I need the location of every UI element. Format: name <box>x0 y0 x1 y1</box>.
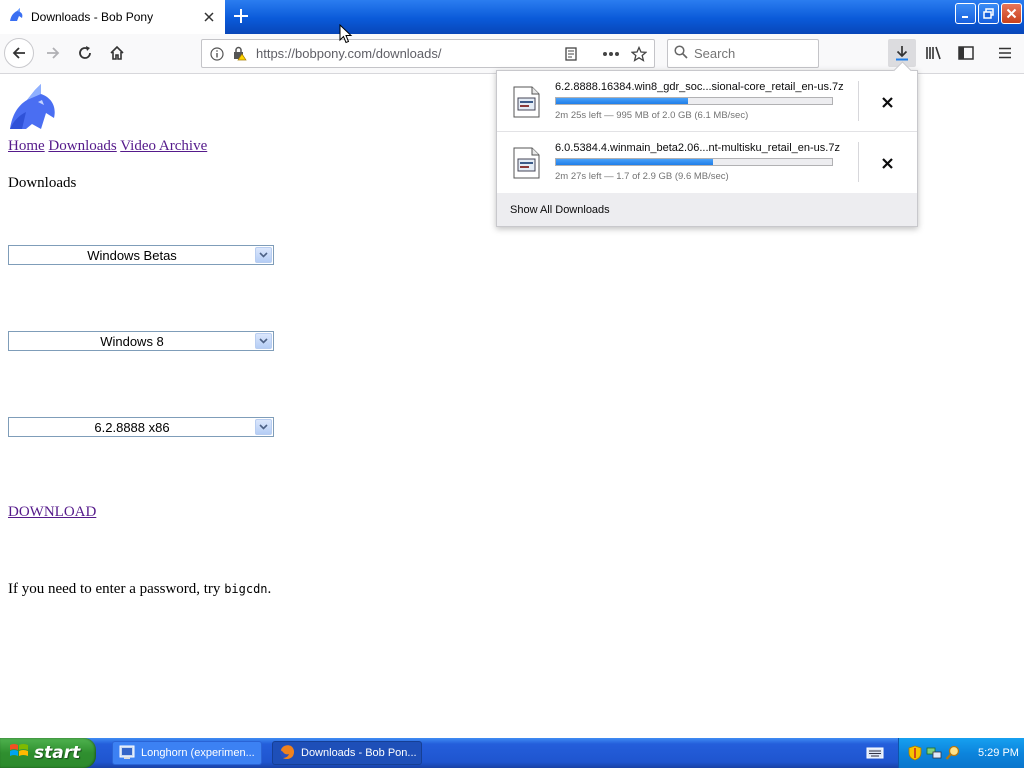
divider <box>858 142 859 182</box>
bobpony-logo-icon <box>8 82 60 137</box>
start-button[interactable]: start <box>0 738 96 768</box>
security-shield-icon[interactable] <box>907 745 923 761</box>
archive-file-icon <box>513 147 540 179</box>
browser-titlebar: Downloads - Bob Pony <box>0 0 1024 34</box>
forward-button[interactable] <box>38 38 68 68</box>
url-text: https://bobpony.com/downloads/ <box>256 46 442 61</box>
cancel-download-icon[interactable] <box>875 151 899 175</box>
taskbar-button-label: Longhorn (experimen... <box>141 747 255 759</box>
page-title: Downloads <box>8 175 77 191</box>
divider <box>858 81 859 121</box>
show-all-downloads-label: Show All Downloads <box>510 203 610 216</box>
download-link[interactable]: DOWNLOAD <box>8 504 96 521</box>
download-item[interactable]: 6.0.5384.4.winmain_beta2.06...nt-multisk… <box>497 132 917 193</box>
active-tab[interactable]: Downloads - Bob Pony <box>0 0 225 34</box>
build-select-value: 6.2.8888 x86 <box>94 419 170 435</box>
info-icon[interactable] <box>206 43 228 65</box>
nav-link-video-archive[interactable]: Video Archive <box>120 138 207 154</box>
download-status: 2m 25s left — 995 MB of 2.0 GB (6.1 MB/s… <box>555 110 749 121</box>
download-filename: 6.0.5384.4.winmain_beta2.06...nt-multisk… <box>555 142 840 154</box>
sidebar-icon[interactable] <box>952 39 980 67</box>
product-select[interactable]: Windows 8 <box>8 331 274 351</box>
password-note-text: If you need to enter a password, try <box>8 581 221 597</box>
navigation-toolbar: https://bobpony.com/downloads/ <box>0 34 1024 74</box>
download-progress-bar <box>555 97 833 105</box>
start-label: start <box>34 743 81 763</box>
site-favicon-icon <box>8 7 24 27</box>
reader-view-icon[interactable] <box>560 43 582 65</box>
cancel-download-icon[interactable] <box>875 90 899 114</box>
search-input[interactable] <box>694 46 804 61</box>
product-select-value: Windows 8 <box>100 333 164 349</box>
close-window-button[interactable] <box>1001 3 1022 24</box>
vm-icon <box>119 744 135 763</box>
url-bar[interactable]: https://bobpony.com/downloads/ <box>201 39 655 68</box>
new-tab-button[interactable] <box>229 4 253 28</box>
taskbar-button-longhorn[interactable]: Longhorn (experimen... <box>112 741 262 765</box>
insecure-lock-icon[interactable] <box>228 43 250 65</box>
search-tray-icon[interactable] <box>945 745 961 761</box>
reload-button[interactable] <box>70 38 100 68</box>
taskbar-button-firefox[interactable]: Downloads - Bob Pon... <box>272 741 422 765</box>
firefox-icon <box>279 744 295 763</box>
download-filename: 6.2.8888.16384.win8_gdr_soc...sional-cor… <box>555 81 844 93</box>
restore-button[interactable] <box>978 3 999 24</box>
mouse-cursor-icon <box>339 23 353 48</box>
home-button[interactable] <box>102 38 132 68</box>
password-note-suffix: . <box>267 581 272 597</box>
window-controls <box>955 3 1022 24</box>
search-icon <box>674 44 688 63</box>
bookmark-star-icon[interactable] <box>628 43 650 65</box>
tab-title: Downloads - Bob Pony <box>31 10 154 24</box>
show-all-downloads-button[interactable]: Show All Downloads <box>497 193 917 226</box>
download-item[interactable]: 6.2.8888.16384.win8_gdr_soc...sional-cor… <box>497 71 917 132</box>
page-actions-icon[interactable] <box>600 43 622 65</box>
chevron-down-icon[interactable] <box>255 419 272 435</box>
archive-file-icon <box>513 86 540 118</box>
password-value: bigcdn <box>224 582 268 596</box>
chevron-down-icon[interactable] <box>255 333 272 349</box>
windows-logo-icon <box>9 742 29 764</box>
clock: 5:29 PM <box>978 747 1019 759</box>
keyboard-icon[interactable] <box>866 745 884 764</box>
nav-link-downloads[interactable]: Downloads <box>48 138 116 154</box>
system-tray: 5:29 PM <box>898 738 1024 768</box>
category-select-value: Windows Betas <box>87 247 177 263</box>
search-bar[interactable] <box>667 39 819 68</box>
build-select[interactable]: 6.2.8888 x86 <box>8 417 274 437</box>
menu-hamburger-icon[interactable] <box>991 39 1019 67</box>
downloads-panel: 6.2.8888.16384.win8_gdr_soc...sional-cor… <box>496 70 918 227</box>
back-button[interactable] <box>4 38 34 68</box>
site-nav: Home Downloads Video Archive <box>8 138 207 155</box>
download-status: 2m 27s left — 1.7 of 2.9 GB (9.6 MB/sec) <box>555 171 729 182</box>
nav-link-home[interactable]: Home <box>8 138 45 154</box>
category-select[interactable]: Windows Betas <box>8 245 274 265</box>
network-icon[interactable] <box>926 745 942 761</box>
password-note: If you need to enter a password, try big… <box>8 581 271 598</box>
download-progress-bar <box>555 158 833 166</box>
minimize-button[interactable] <box>955 3 976 24</box>
taskbar: start Longhorn (experimen... Downloads -… <box>0 738 1024 768</box>
taskbar-button-label: Downloads - Bob Pon... <box>301 747 417 759</box>
library-icon[interactable] <box>920 39 948 67</box>
chevron-down-icon[interactable] <box>255 247 272 263</box>
tab-close-icon[interactable] <box>199 7 219 27</box>
